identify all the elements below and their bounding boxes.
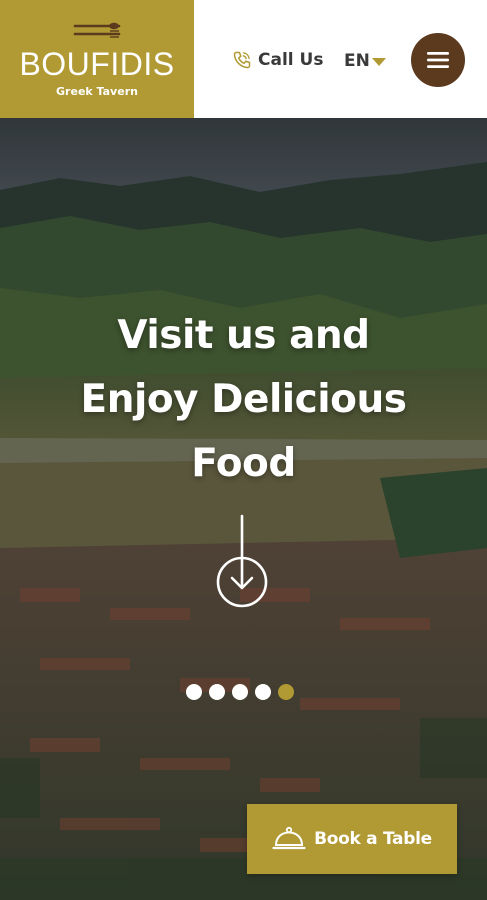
hero-section: Visit us and Enjoy Delicious Food Book a… — [0, 118, 487, 900]
language-selector[interactable]: EN — [344, 47, 386, 75]
caret-down-icon — [371, 58, 386, 66]
slider-dot-2[interactable] — [209, 684, 225, 700]
arrow-down-circle-icon[interactable] — [214, 514, 270, 610]
hero-title: Visit us and Enjoy Delicious Food — [40, 304, 447, 496]
logo[interactable]: BOUFIDIS Greek Tavern — [0, 0, 194, 118]
phone-icon — [233, 51, 251, 69]
page: BOUFIDIS Greek Tavern Call Us EN Visit u… — [0, 0, 487, 900]
cloche-icon — [272, 826, 306, 850]
menu-button[interactable] — [411, 33, 465, 87]
cutlery-icon — [73, 22, 121, 38]
slider-dot-5[interactable] — [278, 684, 294, 700]
slider-dot-3[interactable] — [232, 684, 248, 700]
language-label: EN — [344, 51, 370, 71]
book-table-button[interactable]: Book a Table — [247, 804, 457, 874]
book-table-label: Book a Table — [314, 829, 432, 849]
call-us-link[interactable]: Call Us — [232, 46, 323, 74]
hero-title-line-1: Visit us and — [117, 313, 370, 359]
logo-subtitle: Greek Tavern — [56, 85, 138, 98]
logo-name: BOUFIDIS — [19, 46, 175, 82]
hamburger-menu-icon — [427, 52, 449, 68]
hero-overlay — [0, 118, 487, 900]
site-header: BOUFIDIS Greek Tavern Call Us EN — [0, 0, 487, 118]
hero-title-line-3: Food — [191, 441, 296, 487]
call-us-label: Call Us — [258, 50, 324, 70]
slider-dot-4[interactable] — [255, 684, 271, 700]
slider-dots — [186, 684, 294, 700]
slider-dot-1[interactable] — [186, 684, 202, 700]
hero-title-line-2: Enjoy Delicious — [80, 377, 407, 423]
